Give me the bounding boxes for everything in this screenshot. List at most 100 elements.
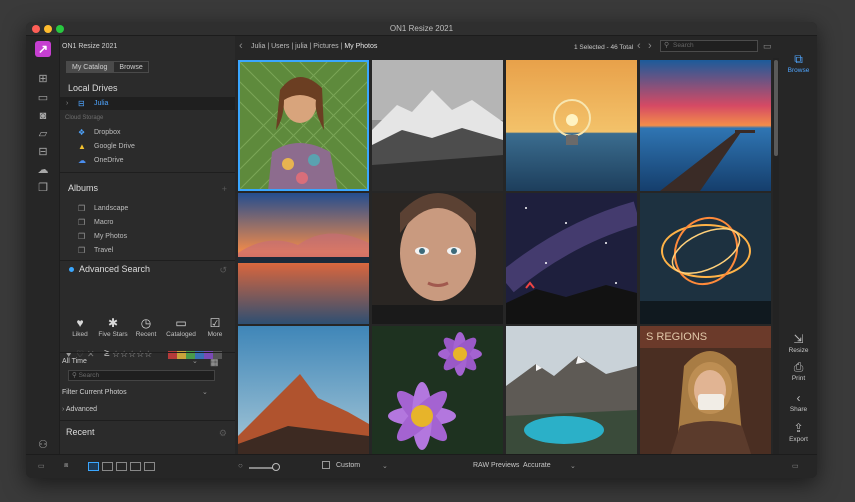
path-bar: ‹ Julia | Users | julia | Pictures | My … [235, 36, 780, 58]
album-icon: ❒ [78, 232, 86, 241]
gear-icon[interactable]: ⚙ [219, 428, 227, 439]
reset-search-icon[interactable]: ↺ [219, 265, 227, 276]
advanced-search-heading: Advanced Search [79, 264, 151, 274]
photo-thumbnail-light-painting[interactable] [640, 193, 771, 324]
breadcrumb-item[interactable]: julia [295, 43, 307, 50]
map-view-button[interactable] [144, 462, 155, 471]
cloud-item-dropbox[interactable]: ❖ Dropbox [60, 126, 235, 139]
custom-checkbox[interactable] [322, 461, 330, 469]
breadcrumb-item[interactable]: Julia [251, 43, 265, 50]
photo-thumbnail-snowy-mountains[interactable] [372, 60, 503, 191]
album-item-macro[interactable]: ❒ Macro [60, 216, 235, 229]
filter-recent-button[interactable]: ◷ Recent [132, 317, 160, 339]
browse-search-input[interactable]: ⚲ Search [660, 40, 758, 52]
drive-icon[interactable]: ⊟ [36, 146, 50, 158]
camera-icon[interactable]: ◙ [36, 110, 50, 122]
sidebar-toggle-icon[interactable]: ▭ [38, 462, 45, 470]
photo-thumbnail-lake-sunset[interactable] [238, 193, 369, 324]
breadcrumb-current[interactable]: My Photos [344, 43, 377, 50]
users-icon[interactable]: ⚇ [36, 439, 50, 451]
catalog-tabs: My Catalog Browse [66, 61, 149, 73]
folder-icon: ▭ [175, 316, 187, 330]
drive-item-julia[interactable]: › ⊟ Julia [60, 97, 235, 110]
grid-scrollbar[interactable] [773, 58, 779, 456]
photo-image [238, 193, 369, 324]
photo-thumbnail-woman-portrait[interactable] [238, 60, 369, 191]
add-album-icon[interactable]: + [222, 184, 227, 194]
module-print[interactable]: ⎙ Print [780, 360, 817, 382]
photo-thumbnail-red-mountain[interactable] [238, 326, 369, 457]
prev-chevron-icon[interactable]: ‹ [637, 40, 641, 52]
module-browse[interactable]: ⧉ Browse [780, 52, 817, 74]
chevron-down-icon: ⌄ [202, 389, 208, 396]
filter-cataloged-button[interactable]: ▭ Cataloged [163, 316, 199, 339]
divider [60, 260, 235, 261]
folder-icon[interactable]: ▭ [763, 41, 772, 52]
photo-image: S REGIONS [640, 326, 771, 457]
photo-thumbnail-woman-face[interactable] [372, 193, 503, 324]
photo-thumbnail-starry-sky[interactable] [506, 193, 637, 324]
plus-icon[interactable]: ⊞ [36, 73, 50, 85]
album-item-my-photos[interactable]: ❒ My Photos [60, 230, 235, 243]
photo-image [506, 60, 637, 191]
compare-view-button[interactable] [130, 462, 141, 471]
grid-view-button[interactable] [88, 462, 99, 471]
breadcrumb-item[interactable]: Users [271, 43, 289, 50]
filter-liked-button[interactable]: ♥ Liked [66, 317, 94, 339]
window-title: ON1 Resize 2021 [389, 24, 454, 33]
chevron-down-icon[interactable]: ⌄ [570, 462, 576, 470]
chevron-down-icon[interactable]: ⌄ [382, 462, 388, 470]
photo-image [372, 326, 503, 457]
back-chevron-icon[interactable]: ‹ [239, 40, 243, 52]
filter-current-photos-select[interactable]: Filter Current Photos ⌄ [62, 387, 224, 399]
bottom-toolbar: ▭ ⧈ ○ Custom ⌄ RAW Previews Accurate ⌄ ▭ [26, 454, 817, 478]
filter-five-stars-button[interactable]: ✱ Five Stars [96, 317, 130, 339]
tab-browse[interactable]: Browse [113, 61, 149, 73]
status-dot [69, 267, 74, 272]
dropbox-icon: ❖ [78, 128, 86, 137]
tool-strip: ↗ ⊞ ▭ ◙ ▱ ⊟ ☁ ❐ ⚇ ? [26, 36, 60, 478]
resize-icon: ⇲ [793, 332, 804, 346]
search-icon: ⚲ [664, 42, 670, 49]
on1-logo-icon: ↗ [35, 41, 51, 57]
panel-toggle-icon[interactable]: ▭ [792, 462, 799, 470]
photo-thumbnail-mountain-lake[interactable] [506, 326, 637, 457]
filmstrip-view-button[interactable] [116, 462, 127, 471]
next-chevron-icon[interactable]: › [648, 40, 652, 52]
calendar-icon[interactable]: ▦ [210, 356, 219, 368]
cloud-icon[interactable]: ☁ [36, 164, 50, 176]
photo-image [506, 193, 637, 324]
stack-icon[interactable]: ❐ [36, 182, 50, 194]
tab-my-catalog[interactable]: My Catalog [66, 61, 114, 73]
cloud-item-google-drive[interactable]: ▲ Google Drive [60, 140, 235, 153]
filter-more-button[interactable]: ☑ More [201, 317, 229, 339]
breadcrumb-item[interactable]: Pictures [313, 43, 338, 50]
slider-knob[interactable] [272, 463, 280, 471]
filmstrip-icon[interactable]: ⧈ [64, 462, 68, 470]
raw-previews-select[interactable]: Accurate [523, 462, 551, 469]
photo-thumbnail-purple-flowers[interactable] [372, 326, 503, 457]
monitor-icon[interactable]: ▭ [36, 92, 50, 104]
album-item-landscape[interactable]: ❒ Landscape [60, 202, 235, 215]
cloud-item-onedrive[interactable]: ☁ OneDrive [60, 154, 235, 167]
google-drive-icon: ▲ [78, 142, 86, 151]
module-share[interactable]: ‹ Share [780, 391, 817, 413]
photo-thumbnail-pier-sunset[interactable] [640, 60, 771, 191]
photo-thumbnail-woman-coffee[interactable]: S REGIONS [640, 326, 771, 457]
album-item-travel[interactable]: ❒ Travel [60, 244, 235, 257]
detail-view-button[interactable] [102, 462, 113, 471]
photo-thumbnail-lightbulb-sunset[interactable] [506, 60, 637, 191]
svg-text:S REGIONS: S REGIONS [646, 331, 707, 343]
print-icon: ⎙ [793, 360, 804, 374]
module-export[interactable]: ⇪ Export [780, 421, 817, 443]
raw-previews-label: RAW Previews [473, 462, 520, 469]
chevron-down-icon: ⌄ [192, 358, 198, 365]
time-filter-select[interactable]: All Time ⌄ ▦ [62, 356, 224, 368]
zoom-out-icon[interactable]: ○ [238, 461, 243, 470]
advanced-expander[interactable]: › Advanced [62, 404, 224, 416]
folder-icon[interactable]: ▱ [36, 128, 50, 140]
sidebar-search-input[interactable]: ⚲ Search [68, 370, 215, 381]
module-resize[interactable]: ⇲ Resize [780, 332, 817, 354]
scrollbar-thumb[interactable] [774, 60, 778, 156]
chevron-right-icon[interactable]: › [66, 97, 68, 110]
